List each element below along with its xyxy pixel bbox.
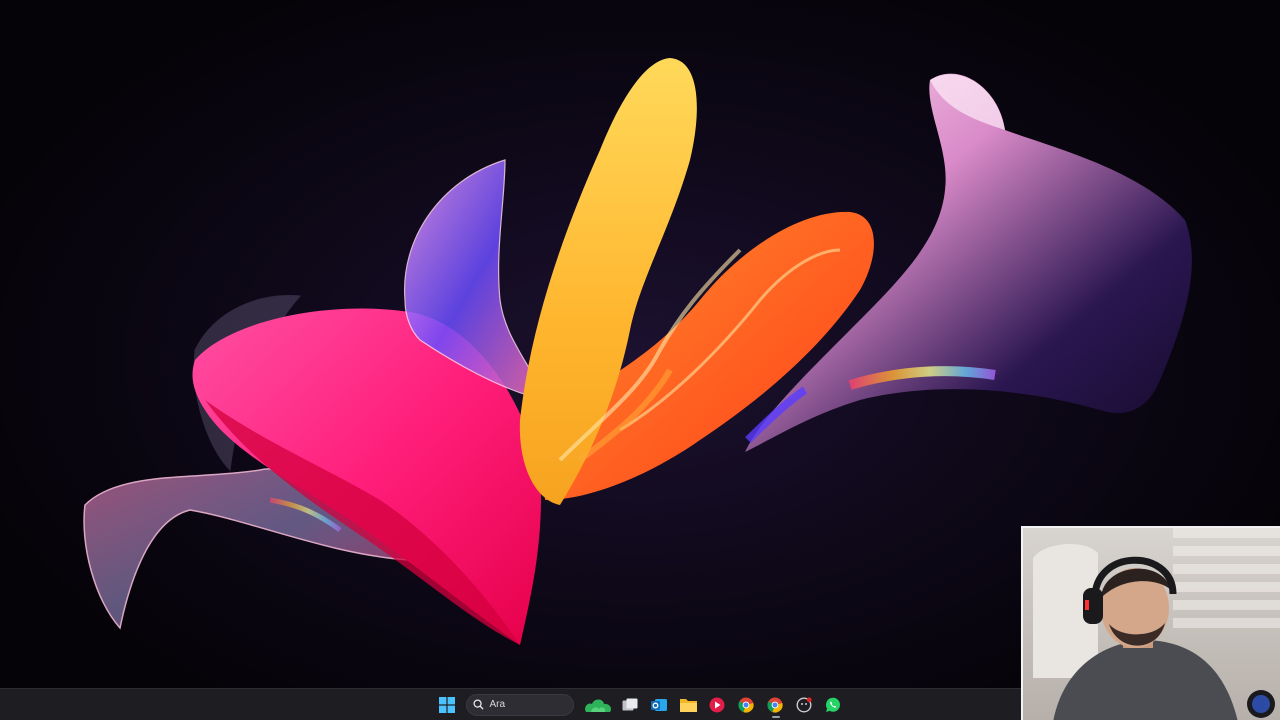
chrome-button-1[interactable]	[732, 691, 761, 719]
outlook-button[interactable]	[645, 691, 674, 719]
whatsapp-icon	[825, 697, 840, 712]
file-explorer-icon	[679, 699, 697, 712]
chrome-button-2[interactable]	[761, 691, 790, 719]
outlook-icon	[651, 698, 667, 711]
whatsapp-button[interactable]	[819, 691, 848, 719]
taskbar-search-box[interactable]: Ara	[465, 693, 574, 716]
task-view-button[interactable]	[616, 691, 645, 719]
windows-start-icon	[439, 696, 455, 713]
file-explorer-button[interactable]	[674, 691, 703, 719]
start-button[interactable]	[433, 691, 462, 719]
webcam-overlay	[1021, 526, 1280, 720]
media-player-button[interactable]	[703, 691, 732, 719]
media-player-icon	[709, 697, 725, 712]
chrome-icon	[738, 697, 754, 713]
webcam-person-image	[1033, 528, 1280, 720]
search-label: Ara	[489, 699, 506, 710]
weather-widget[interactable]	[580, 691, 616, 719]
github-desktop-icon	[796, 696, 812, 713]
task-view-icon	[622, 698, 638, 710]
weather-widget-icon	[584, 699, 611, 712]
github-desktop-button[interactable]	[790, 691, 819, 719]
chrome-icon	[767, 697, 783, 713]
search-icon	[472, 699, 484, 710]
